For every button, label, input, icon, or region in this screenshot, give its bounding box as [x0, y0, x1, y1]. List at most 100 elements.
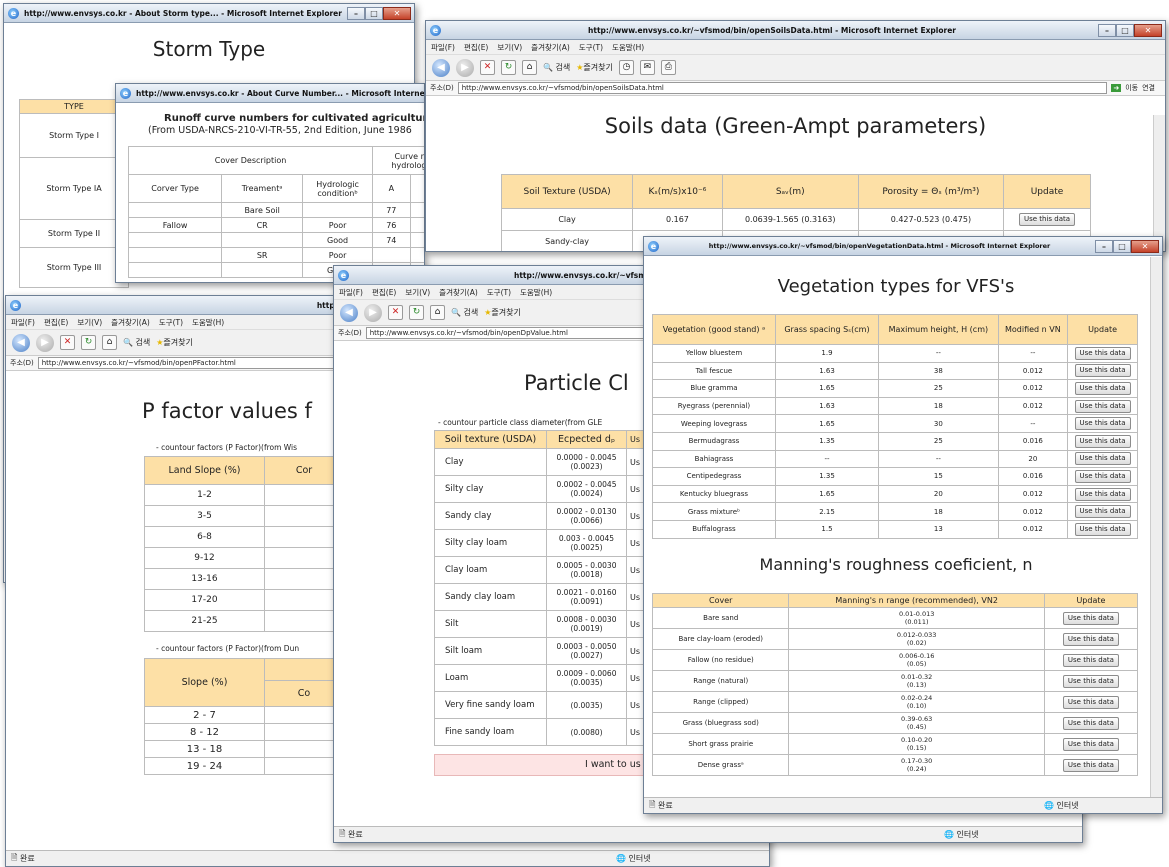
use-this-data-button[interactable]: Use this data [1074, 346, 1131, 360]
use-this-data-button[interactable]: Use this data [1074, 417, 1131, 431]
refresh-icon[interactable]: ↻ [409, 305, 424, 320]
menu-item[interactable]: 도움말(H) [612, 42, 644, 53]
search-button[interactable]: 🔍 검색 [123, 337, 150, 348]
menu-item[interactable]: 도구(T) [579, 42, 603, 53]
menu-item[interactable]: 보기(V) [405, 287, 430, 298]
forward-button[interactable]: ▶ [456, 58, 474, 77]
update-cell: Use this data [1067, 431, 1138, 451]
search-button[interactable]: 🔍 검색 [543, 62, 570, 73]
use-this-data-button[interactable]: Use this data [1062, 632, 1119, 646]
storm-type-row: Storm Type II [19, 219, 129, 248]
use-cell[interactable]: Us [626, 691, 644, 719]
menu-item[interactable]: 도구(T) [487, 287, 511, 298]
use-cell[interactable]: Us [626, 556, 644, 584]
forward-button[interactable]: ▶ [364, 303, 382, 322]
menu-item[interactable]: 도구(T) [159, 317, 183, 328]
use-cell[interactable]: Us [626, 475, 644, 503]
close-button[interactable]: ✕ [1131, 239, 1159, 253]
use-cell[interactable]: Us [626, 718, 644, 746]
minimize-button[interactable]: – [1095, 239, 1113, 253]
use-cell[interactable]: Us [626, 664, 644, 692]
maximize-button[interactable]: □ [1113, 239, 1131, 253]
title-bar[interactable]: e http://www.envsys.co.kr/~vfsmod/bin/op… [426, 21, 1165, 40]
use-this-data-button[interactable]: Use this data [1074, 364, 1131, 378]
menu-item[interactable]: 보기(V) [77, 317, 102, 328]
use-this-data-button[interactable]: Use this data [1074, 487, 1131, 501]
refresh-icon[interactable]: ↻ [81, 335, 96, 350]
use-cell[interactable]: Us [626, 610, 644, 638]
use-cell[interactable]: Us [626, 583, 644, 611]
menu-item[interactable]: 즐겨찾기(A) [111, 317, 150, 328]
n-recommended: (0.05) [906, 660, 927, 668]
refresh-icon[interactable]: ↻ [501, 60, 516, 75]
menu-item[interactable]: 편집(E) [372, 287, 396, 298]
favorites-button[interactable]: ★즐겨찾기 [576, 62, 613, 73]
use-this-data-button[interactable]: Use this data [1074, 505, 1131, 519]
go-label[interactable]: 이동 [1125, 83, 1138, 93]
menu-item[interactable]: 파일(F) [11, 317, 35, 328]
menu-item[interactable]: 도움말(H) [520, 287, 552, 298]
title-bar[interactable]: e http://www.envsys.co.kr/~vfsmod/bin/op… [644, 237, 1162, 256]
back-button[interactable]: ◀ [12, 333, 30, 352]
go-button[interactable]: ➜ [1111, 84, 1122, 92]
minimize-button[interactable]: – [347, 6, 365, 20]
use-this-data-button[interactable]: Use this data [1074, 452, 1131, 466]
favorites-label: 즐겨찾기 [583, 63, 613, 72]
forward-button[interactable]: ▶ [36, 333, 54, 352]
title-bar[interactable]: e http://www.envsys.co.kr - About Curve … [116, 84, 424, 103]
home-icon[interactable]: ⌂ [430, 305, 445, 320]
menu-item[interactable]: 보기(V) [497, 42, 522, 53]
home-icon[interactable]: ⌂ [102, 335, 117, 350]
maximize-button[interactable]: □ [1116, 23, 1134, 37]
back-button[interactable]: ◀ [340, 303, 358, 322]
mail-icon[interactable]: ✉ [639, 60, 655, 75]
vertical-scrollbar[interactable] [1153, 115, 1165, 251]
address-input[interactable]: http://www.envsys.co.kr/~vfsmod/bin/open… [457, 82, 1108, 94]
use-this-data-button[interactable]: Use this data [1074, 399, 1131, 413]
use-this-data-button[interactable]: Use this data [1062, 716, 1119, 730]
print-icon[interactable]: ⎙ [660, 60, 676, 75]
use-this-data-button[interactable]: Use this data [1062, 758, 1119, 772]
title-bar[interactable]: e http://www.envsys.co.kr - About Storm … [4, 4, 414, 23]
menu-item[interactable]: 즐겨찾기(A) [531, 42, 570, 53]
menu-item[interactable]: 도움말(H) [192, 317, 224, 328]
stop-icon[interactable]: ✕ [480, 60, 495, 75]
table-cell: 1.63 [774, 361, 880, 381]
use-this-data-button[interactable]: Use this data [1062, 674, 1119, 688]
back-button[interactable]: ◀ [432, 58, 450, 77]
minimize-button[interactable]: – [1098, 23, 1116, 37]
use-this-data-button[interactable]: Use this data [1074, 522, 1131, 536]
maximize-button[interactable]: □ [365, 6, 383, 20]
search-button[interactable]: 🔍 검색 [451, 307, 478, 318]
menu-item[interactable]: 편집(E) [44, 317, 68, 328]
home-icon[interactable]: ⌂ [522, 60, 537, 75]
use-cell[interactable]: Us [626, 529, 644, 557]
close-button[interactable]: ✕ [1134, 23, 1162, 37]
vertical-scrollbar[interactable] [1150, 257, 1162, 797]
table-cell: 83 [409, 232, 424, 248]
menu-item[interactable]: 파일(F) [431, 42, 455, 53]
links-label[interactable]: 연결 [1142, 83, 1155, 93]
history-icon[interactable]: ◷ [618, 60, 634, 75]
update-cell: Use this data [1043, 649, 1139, 671]
stop-icon[interactable]: ✕ [388, 305, 403, 320]
use-this-data-button[interactable]: Use this data [1062, 695, 1119, 709]
use-this-data-button[interactable]: Use this data [1062, 737, 1119, 751]
use-this-data-button[interactable]: Use this data [1062, 653, 1119, 667]
close-button[interactable]: ✕ [383, 6, 411, 20]
menu-item[interactable]: 파일(F) [339, 287, 363, 298]
menu-item[interactable]: 편집(E) [464, 42, 488, 53]
use-this-data-button[interactable]: Use this data [1062, 611, 1119, 625]
use-this-data-button[interactable]: Use this data [1074, 434, 1131, 448]
use-cell[interactable]: Us [626, 502, 644, 530]
use-cell[interactable]: Us [626, 448, 644, 476]
use-this-data-button[interactable]: Use this data [1018, 213, 1076, 226]
table-row: Bare clay-loam (eroded) 0.012-0.033 (0.02)… [651, 628, 1139, 650]
favorites-button[interactable]: ★즐겨찾기 [484, 307, 521, 318]
use-cell[interactable]: Us [626, 637, 644, 665]
favorites-button[interactable]: ★즐겨찾기 [156, 337, 193, 348]
menu-item[interactable]: 즐겨찾기(A) [439, 287, 478, 298]
stop-icon[interactable]: ✕ [60, 335, 75, 350]
use-this-data-button[interactable]: Use this data [1074, 469, 1131, 483]
use-this-data-button[interactable]: Use this data [1074, 381, 1131, 395]
